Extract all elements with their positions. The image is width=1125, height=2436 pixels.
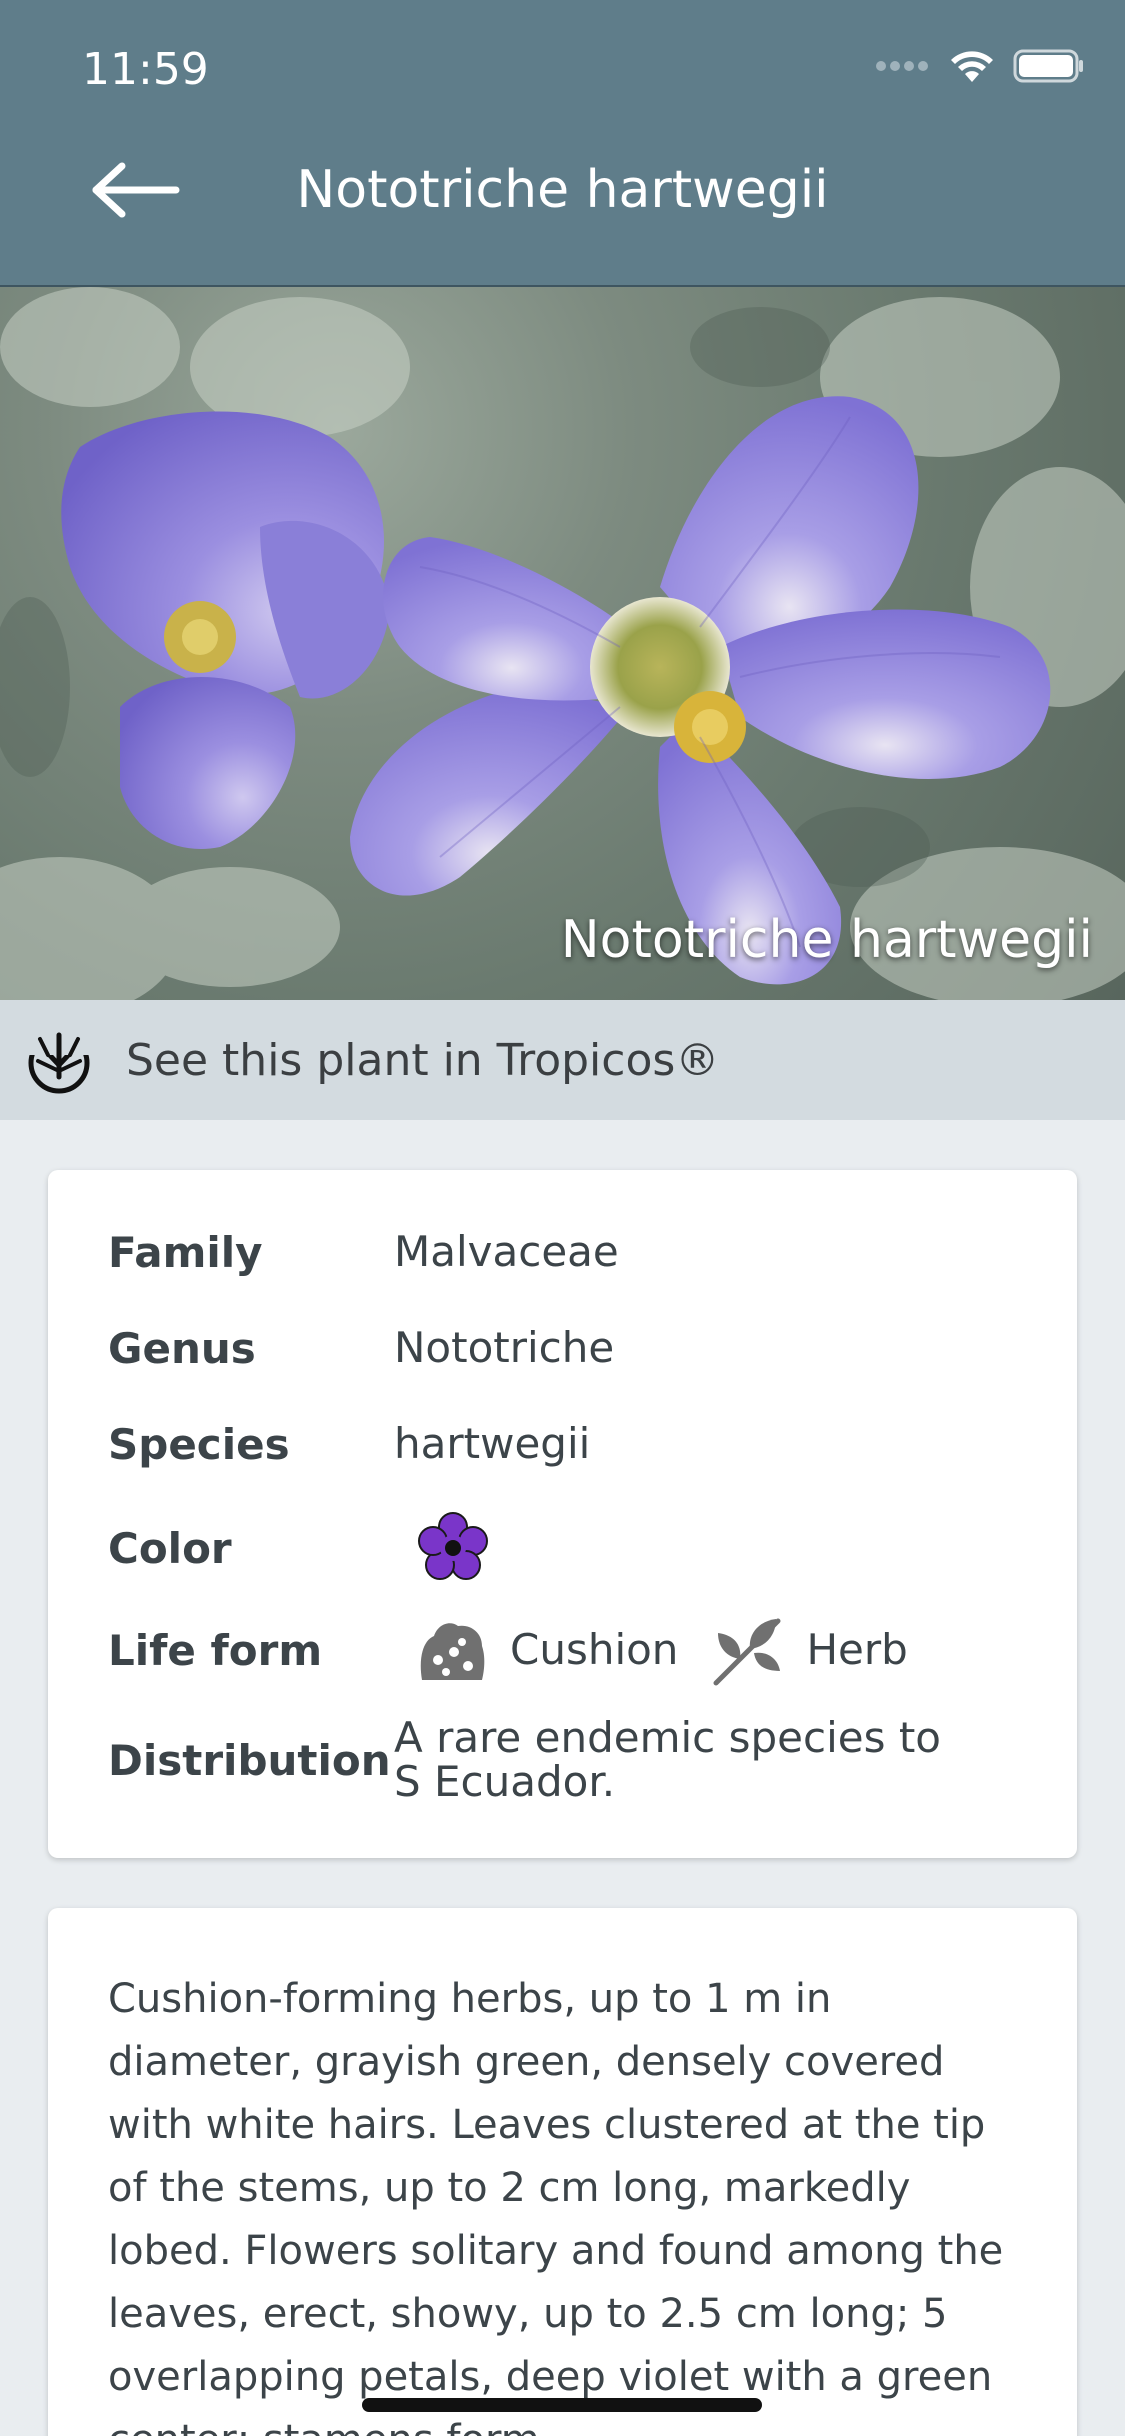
lifeform-row: Life form Cushion Herb [108, 1610, 1028, 1690]
species-value: hartwegii [394, 1419, 591, 1468]
tropicos-link-label: See this plant in Tropicos® [126, 1034, 720, 1086]
species-row: Species hartwegii [108, 1412, 1028, 1476]
violet-flower-icon [418, 1512, 488, 1580]
color-label: Color [108, 1523, 232, 1573]
lifeform-herb: Herb [710, 1613, 908, 1687]
cushion-icon [420, 1623, 485, 1680]
lifeform-label: Life form [108, 1625, 323, 1675]
page-title: Nototriche hartwegii [296, 160, 829, 220]
tropicos-logo-icon [24, 1025, 94, 1094]
plant-photo: Nototriche hartwegii [0, 287, 1125, 1000]
plant-photo-illustration [0, 287, 1125, 1000]
distribution-value: A rare endemic species to S Ecuador. [394, 1713, 941, 1806]
photo-caption: Nototriche hartwegii [560, 910, 1093, 970]
family-label: Family [108, 1227, 263, 1277]
plant-detail-screen: 11:59 Nototriche hartwegii Nototriche ha… [0, 0, 1125, 2436]
genus-value: Nototriche [394, 1323, 615, 1372]
color-row: Color [108, 1508, 1028, 1588]
genus-row: Genus Nototriche [108, 1316, 1028, 1380]
tropicos-link[interactable]: See this plant in Tropicos® [0, 1000, 1125, 1120]
status-time: 11:59 [82, 44, 209, 95]
lifeform-cushion-label: Cushion [510, 1625, 679, 1674]
taxonomy-card: Family Malvaceae Genus Nototriche Specie… [48, 1170, 1077, 1858]
status-icons [875, 48, 1085, 84]
color-value [394, 1511, 1028, 1585]
description-text: Cushion-forming herbs, up to 1 m in diam… [108, 1976, 1004, 2436]
lifeform-cushion: Cushion [416, 1616, 678, 1684]
distribution-label: Distribution [108, 1735, 391, 1785]
distribution-row: Distribution A rare endemic species to S… [108, 1710, 1028, 1810]
herb-icon [713, 1618, 781, 1686]
battery-icon [1013, 49, 1083, 83]
genus-label: Genus [108, 1323, 256, 1373]
app-header: 11:59 Nototriche hartwegii [0, 0, 1125, 287]
signal-icon [876, 61, 928, 71]
family-value: Malvaceae [394, 1227, 619, 1276]
description-card: Cushion-forming herbs, up to 1 m in diam… [48, 1908, 1077, 2436]
home-indicator[interactable] [362, 2398, 762, 2412]
lifeform-herb-label: Herb [806, 1625, 908, 1674]
back-arrow-icon[interactable] [92, 160, 182, 220]
family-row: Family Malvaceae [108, 1220, 1028, 1284]
wifi-icon [951, 51, 993, 82]
lifeform-values: Cushion Herb [394, 1613, 1028, 1687]
species-label: Species [108, 1419, 290, 1469]
